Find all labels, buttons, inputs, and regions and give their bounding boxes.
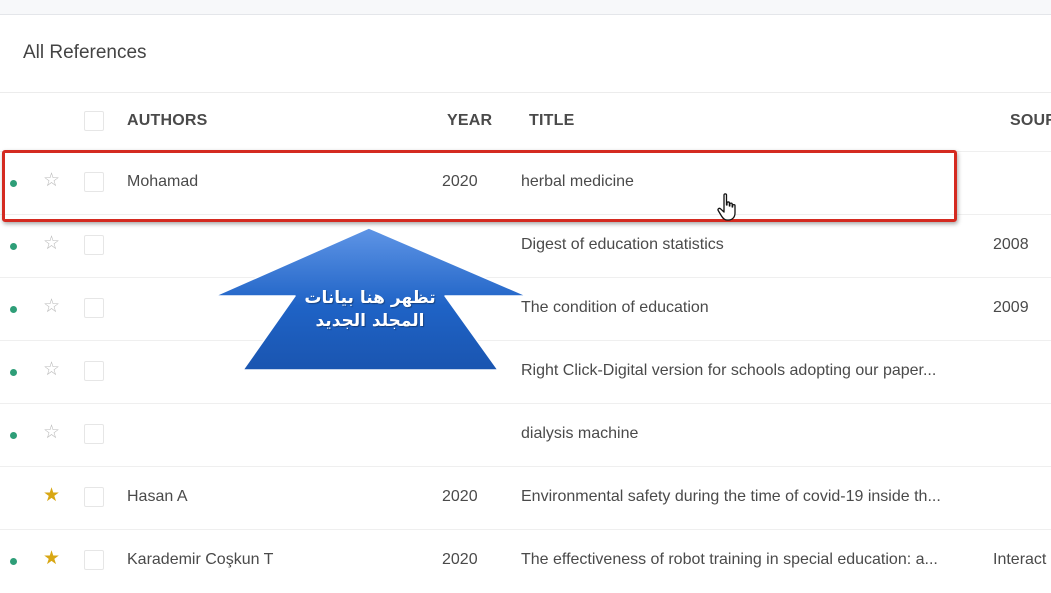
unread-dot [10, 432, 17, 439]
row-checkbox[interactable] [84, 361, 104, 381]
star-icon[interactable]: ☆ [43, 233, 60, 255]
page-title: All References [23, 42, 147, 63]
star-icon[interactable]: ☆ [43, 422, 60, 444]
column-header-authors[interactable]: AUTHORS [127, 112, 208, 130]
star-icon[interactable]: ★ [43, 548, 60, 570]
hand-cursor-icon [717, 193, 736, 221]
title-cell: The condition of education [521, 299, 709, 316]
column-header-source[interactable]: SOUR [1010, 112, 1051, 130]
table-row[interactable]: ★ Karademir Coşkun T 2020 The effectiven… [0, 529, 1051, 593]
title-cell: Environmental safety during the time of … [521, 488, 941, 505]
annotation-callout-text: تظهر هنا بيانات المجلد الجديد [300, 287, 440, 333]
year-cell: 2020 [442, 551, 478, 568]
title-cell: Digest of education statistics [521, 236, 724, 253]
unread-dot [10, 243, 17, 250]
row-checkbox[interactable] [84, 235, 104, 255]
source-cell: 2008 [993, 236, 1029, 253]
author-cell: Karademir Coşkun T [127, 551, 274, 568]
star-icon[interactable]: ☆ [43, 359, 60, 381]
star-icon[interactable]: ★ [43, 485, 60, 507]
callout-line: تظهر هنا بيانات [304, 288, 436, 308]
title-cell: The effectiveness of robot training in s… [521, 551, 938, 568]
year-cell: 2020 [442, 488, 478, 505]
table-header: AUTHORS YEAR TITLE SOUR [0, 92, 1051, 151]
unread-dot [10, 369, 17, 376]
source-cell: 2009 [993, 299, 1029, 316]
star-icon[interactable]: ☆ [43, 296, 60, 318]
table-row[interactable]: ★ Hasan A 2020 Environmental safety duri… [0, 466, 1051, 530]
callout-line: المجلد الجديد [315, 311, 425, 331]
select-all-checkbox[interactable] [84, 111, 104, 131]
unread-dot [10, 306, 17, 313]
row-checkbox[interactable] [84, 487, 104, 507]
row-checkbox[interactable] [84, 424, 104, 444]
table-row[interactable]: ☆ dialysis machine [0, 403, 1051, 467]
author-cell: Hasan A [127, 488, 188, 505]
source-cell: Interact [993, 551, 1047, 568]
unread-dot [10, 558, 17, 565]
row-checkbox[interactable] [84, 550, 104, 570]
title-cell: Right Click-Digital version for schools … [521, 362, 937, 379]
column-header-year[interactable]: YEAR [447, 112, 492, 130]
top-toolbar-strip [0, 0, 1051, 15]
column-header-title[interactable]: TITLE [529, 112, 574, 130]
row-checkbox[interactable] [84, 298, 104, 318]
title-cell: dialysis machine [521, 425, 639, 442]
highlight-box [2, 150, 957, 222]
